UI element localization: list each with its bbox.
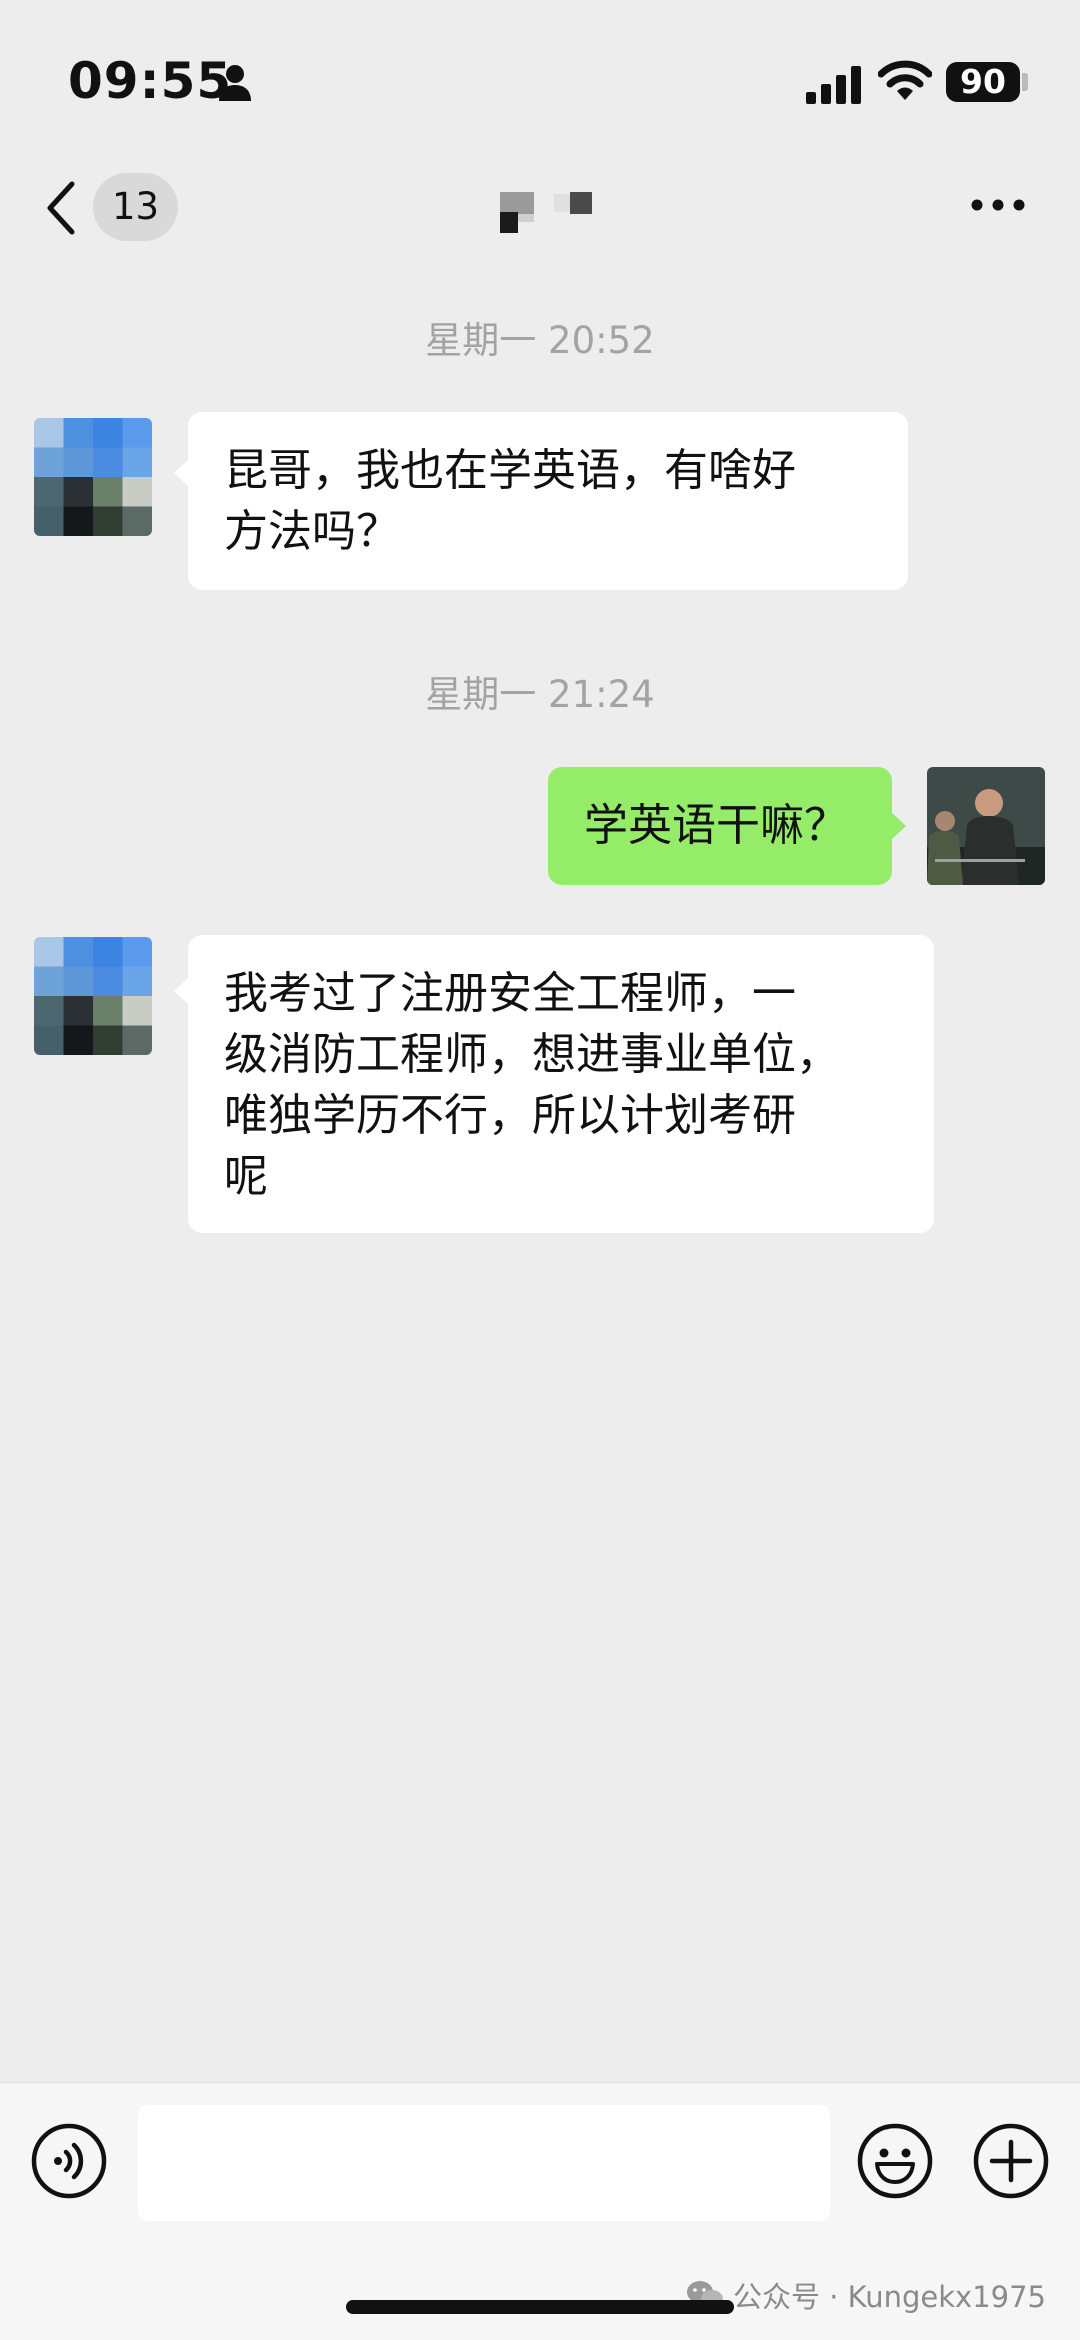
plus-icon[interactable] <box>972 2122 1050 2200</box>
message-input[interactable] <box>138 2105 830 2221</box>
battery-cap <box>1022 73 1028 91</box>
home-indicator[interactable] <box>346 2300 734 2314</box>
contact-avatar[interactable] <box>34 937 152 1055</box>
signal-icon <box>806 66 861 104</box>
outgoing-message-bubble[interactable]: 学英语干嘛？ <box>548 767 892 885</box>
bubble-tail <box>892 813 906 839</box>
incoming-message-bubble[interactable]: 我考过了注册安全工程师，一 级消防工程师，想进事业单位， 唯独学历不行，所以计划… <box>188 935 934 1233</box>
status-bar: 09:55 90 <box>0 0 1080 170</box>
status-time: 09:55 <box>68 52 233 110</box>
contact-avatar[interactable] <box>34 418 152 536</box>
battery-icon: 90 <box>946 62 1020 102</box>
message-line: 昆哥，我也在学英语，有啥好 <box>224 445 796 496</box>
message-line: 我考过了注册安全工程师，一 <box>224 968 796 1019</box>
message-line: 唯独学历不行，所以计划考研 <box>224 1090 796 1141</box>
timestamp: 星期一 21:24 <box>425 673 655 716</box>
voice-icon[interactable] <box>30 2122 108 2200</box>
my-avatar[interactable] <box>927 767 1045 885</box>
chevron-left-icon[interactable] <box>44 180 78 236</box>
bubble-tail <box>174 460 188 486</box>
unread-count-badge[interactable]: 13 <box>93 173 178 241</box>
message-line: 呢 <box>224 1151 268 1202</box>
bubble-tail <box>174 978 188 1004</box>
watermark-text: 公众号 · Kungekx1975 <box>733 2280 1046 2314</box>
contact-name-pixelated <box>500 192 592 233</box>
watermark: 公众号 · Kungekx1975 <box>685 2274 1046 2316</box>
message-line: 级消防工程师，想进事业单位， <box>224 1029 840 1080</box>
incoming-message-bubble[interactable]: 昆哥，我也在学英语，有啥好 方法吗？ <box>188 412 908 590</box>
message-line: 学英语干嘛？ <box>584 800 848 851</box>
timestamp: 星期一 20:52 <box>425 319 655 362</box>
message-line: 方法吗？ <box>224 506 400 557</box>
wifi-icon <box>878 60 932 100</box>
more-horizontal-icon[interactable] <box>970 198 1026 212</box>
emoji-icon[interactable] <box>856 2122 934 2200</box>
person-icon <box>219 65 251 101</box>
